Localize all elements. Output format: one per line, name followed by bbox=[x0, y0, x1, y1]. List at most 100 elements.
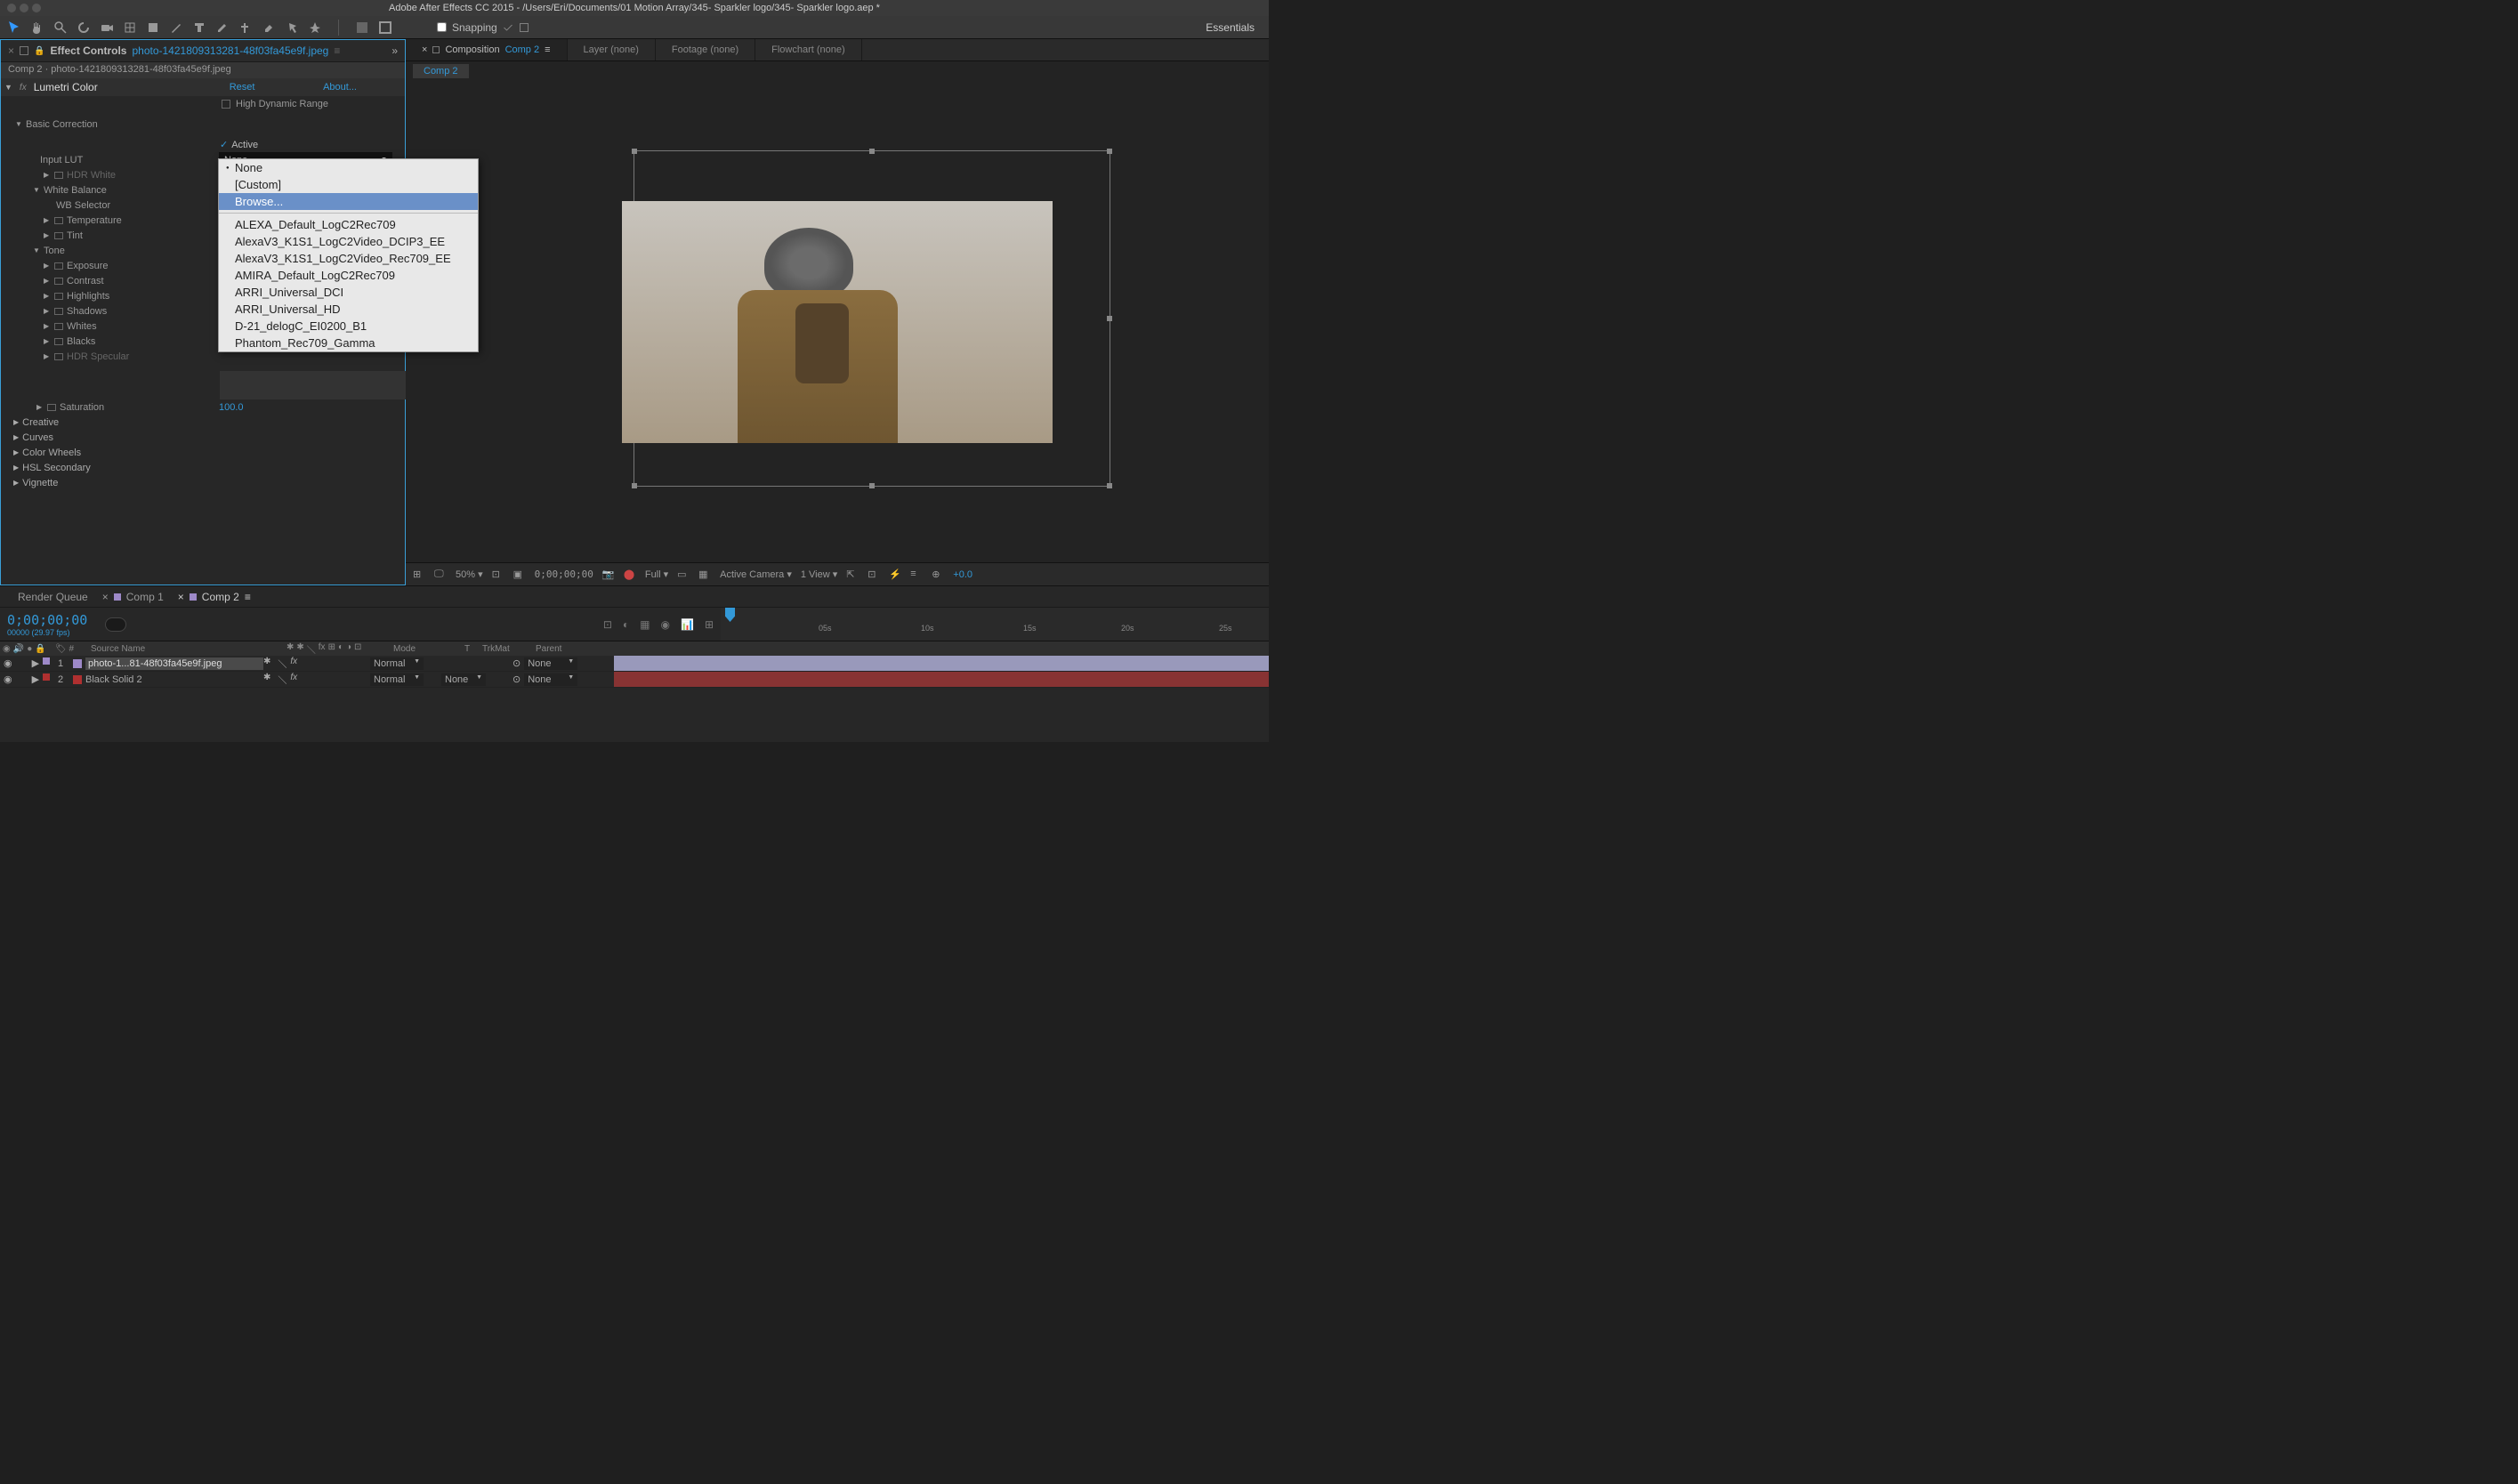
viewer[interactable] bbox=[406, 81, 1269, 562]
brainstorm-icon[interactable]: ⊞ bbox=[705, 618, 714, 631]
draft3d-icon[interactable]: ◐ bbox=[623, 618, 629, 631]
title-bar: Adobe After Effects CC 2015 - /Users/Eri… bbox=[0, 0, 1269, 16]
text-tool-icon[interactable] bbox=[192, 20, 206, 35]
composition-tab[interactable]: × Composition Comp 2 ≡ bbox=[406, 39, 568, 60]
motion-blur-icon[interactable]: ◉ bbox=[661, 618, 670, 631]
monitor-icon[interactable]: 🖵 bbox=[434, 569, 447, 581]
close-tab-icon[interactable]: × bbox=[8, 44, 14, 57]
active-label: Active bbox=[231, 140, 258, 150]
lut-menu-item[interactable]: AMIRA_Default_LogC2Rec709 bbox=[219, 267, 478, 284]
rotate-tool-icon[interactable] bbox=[77, 20, 91, 35]
playhead[interactable] bbox=[725, 608, 735, 622]
panel-icon bbox=[20, 46, 28, 55]
lut-menu-item[interactable]: Phantom_Rec709_Gamma bbox=[219, 335, 478, 351]
fill-icon[interactable] bbox=[355, 20, 369, 35]
hand-tool-icon[interactable] bbox=[30, 20, 44, 35]
lut-menu-none[interactable]: ●None bbox=[219, 159, 478, 176]
zoom-dropdown[interactable]: 50% ▾ bbox=[456, 569, 483, 580]
snapping-checkbox[interactable] bbox=[437, 22, 447, 32]
snapshot-icon[interactable]: 📷 bbox=[602, 569, 615, 581]
camera-tool-icon[interactable] bbox=[100, 20, 114, 35]
comp1-tab[interactable]: × Comp 1 bbox=[102, 591, 164, 603]
hsl-secondary-section[interactable]: ▶HSL Secondary bbox=[1, 460, 405, 475]
channel-icon[interactable]: ⬤ bbox=[624, 569, 636, 581]
layer-row[interactable]: ◉ ▶2Black Solid 2✱ ＼fxNormal▼None▼⊙None▼ bbox=[0, 672, 1269, 688]
puppet-tool-icon[interactable] bbox=[308, 20, 322, 35]
flowchart-icon[interactable]: ⊕ bbox=[932, 569, 944, 581]
lut-menu-item[interactable]: ALEXA_Default_LogC2Rec709 bbox=[219, 216, 478, 233]
mask-icon[interactable]: ▣ bbox=[513, 569, 526, 581]
layer-columns: ◉🔊●🔒 🏷 # Source Name ✱✱＼fx⊞◐◑⊡ Mode T Tr… bbox=[0, 641, 1269, 656]
lut-menu-item[interactable]: D-21_delogC_EI0200_B1 bbox=[219, 318, 478, 335]
share-icon[interactable]: ⇱ bbox=[846, 569, 859, 581]
render-queue-tab[interactable]: Render Queue bbox=[18, 591, 88, 603]
creative-section[interactable]: ▶Creative bbox=[1, 415, 405, 430]
flowchart-tab[interactable]: Flowchart (none) bbox=[755, 39, 862, 60]
timeline-timecode[interactable]: 0;00;00;00 bbox=[7, 612, 87, 628]
selection-tool-icon[interactable] bbox=[7, 20, 21, 35]
resolution-dropdown[interactable]: Full ▾ bbox=[645, 569, 668, 580]
views-dropdown[interactable]: 1 View ▾ bbox=[801, 569, 837, 580]
max-dot[interactable] bbox=[32, 4, 41, 12]
comp2-tab[interactable]: × Comp 2 ≡ bbox=[178, 591, 251, 603]
vignette-section[interactable]: ▶Vignette bbox=[1, 475, 405, 490]
lock-icon[interactable]: 🔒 bbox=[34, 46, 44, 56]
breadcrumb: Comp 2 · photo-1421809313281-48f03fa45e9… bbox=[1, 62, 405, 78]
timeline-search[interactable] bbox=[105, 617, 126, 632]
grid-icon[interactable]: ⊞ bbox=[413, 569, 425, 581]
transparency-icon[interactable]: ▦ bbox=[698, 569, 711, 581]
lut-menu-item[interactable]: AlexaV3_K1S1_LogC2Video_DCIP3_EE bbox=[219, 233, 478, 250]
lut-menu-browse[interactable]: Browse... bbox=[219, 193, 478, 210]
comp-mini-icon[interactable]: ⊡ bbox=[603, 618, 612, 631]
shape-tool-icon[interactable] bbox=[146, 20, 160, 35]
hdr-checkbox[interactable] bbox=[222, 100, 230, 109]
close-dot[interactable] bbox=[7, 4, 16, 12]
stroke-icon[interactable] bbox=[378, 20, 392, 35]
lut-menu-item[interactable]: ARRI_Universal_HD bbox=[219, 301, 478, 318]
region-icon[interactable]: ▭ bbox=[677, 569, 690, 581]
panel-title: Effect Controls bbox=[50, 44, 126, 57]
tab-overflow-icon[interactable]: » bbox=[391, 44, 398, 57]
pen-tool-icon[interactable] bbox=[169, 20, 183, 35]
pixel-icon[interactable]: ⊡ bbox=[868, 569, 880, 581]
lut-menu[interactable]: ●None [Custom] Browse... ALEXA_Default_L… bbox=[218, 158, 479, 352]
layer-tab[interactable]: Layer (none) bbox=[568, 39, 656, 60]
fast-icon[interactable]: ⚡ bbox=[889, 569, 901, 581]
safe-zones-icon[interactable]: ⊡ bbox=[492, 569, 504, 581]
time-ruler[interactable]: 05s 10s 15s 20s 25s bbox=[721, 608, 1269, 641]
hdr-label: High Dynamic Range bbox=[236, 99, 328, 109]
zoom-tool-icon[interactable] bbox=[53, 20, 68, 35]
eraser-tool-icon[interactable] bbox=[262, 20, 276, 35]
min-dot[interactable] bbox=[20, 4, 28, 12]
clone-tool-icon[interactable] bbox=[238, 20, 253, 35]
snapping-toggle[interactable]: Snapping bbox=[437, 20, 529, 35]
curves-section[interactable]: ▶Curves bbox=[1, 430, 405, 445]
exposure-value[interactable]: +0.0 bbox=[953, 569, 972, 580]
tool-toolbar: Snapping Essentials bbox=[0, 16, 1269, 39]
roto-tool-icon[interactable] bbox=[285, 20, 299, 35]
lut-menu-item[interactable]: AlexaV3_K1S1_LogC2Video_Rec709_EE bbox=[219, 250, 478, 267]
lut-menu-item[interactable]: ARRI_Universal_DCI bbox=[219, 284, 478, 301]
workspace-selector[interactable]: Essentials bbox=[1198, 21, 1262, 34]
basic-correction-section[interactable]: ▼Basic Correction bbox=[1, 117, 405, 132]
reset-link[interactable]: Reset bbox=[230, 82, 255, 93]
footage-tab[interactable]: Footage (none) bbox=[656, 39, 755, 60]
timeline-icon[interactable]: ≡ bbox=[910, 569, 923, 581]
saturation-row[interactable]: ▶Saturation100.0 bbox=[1, 399, 405, 415]
color-wheels-section[interactable]: ▶Color Wheels bbox=[1, 445, 405, 460]
timecode[interactable]: 0;00;00;00 bbox=[535, 569, 593, 580]
brush-tool-icon[interactable] bbox=[215, 20, 230, 35]
saturation-value[interactable]: 100.0 bbox=[219, 402, 244, 413]
effect-header[interactable]: ▼fx Lumetri Color Reset About... bbox=[1, 78, 405, 96]
pan-behind-icon[interactable] bbox=[123, 20, 137, 35]
timeline-fps: 00000 (29.97 fps) bbox=[7, 628, 87, 637]
lut-menu-custom[interactable]: [Custom] bbox=[219, 176, 478, 193]
camera-dropdown[interactable]: Active Camera ▾ bbox=[720, 569, 792, 580]
viewer-toolbar: ⊞ 🖵 50% ▾ ⊡ ▣ 0;00;00;00 📷 ⬤ Full ▾ ▭ ▦ … bbox=[406, 562, 1269, 585]
panel-file: photo-1421809313281-48f03fa45e9f.jpeg bbox=[132, 44, 328, 57]
graph-editor-icon[interactable]: 📊 bbox=[681, 618, 694, 631]
layer-row[interactable]: ◉ ▶1photo-1...81-48f03fa45e9f.jpeg✱ ＼fxN… bbox=[0, 656, 1269, 672]
about-link[interactable]: About... bbox=[323, 82, 357, 93]
comp-subtab[interactable]: Comp 2 bbox=[406, 61, 1269, 81]
frame-blend-icon[interactable]: ▦ bbox=[640, 618, 650, 631]
